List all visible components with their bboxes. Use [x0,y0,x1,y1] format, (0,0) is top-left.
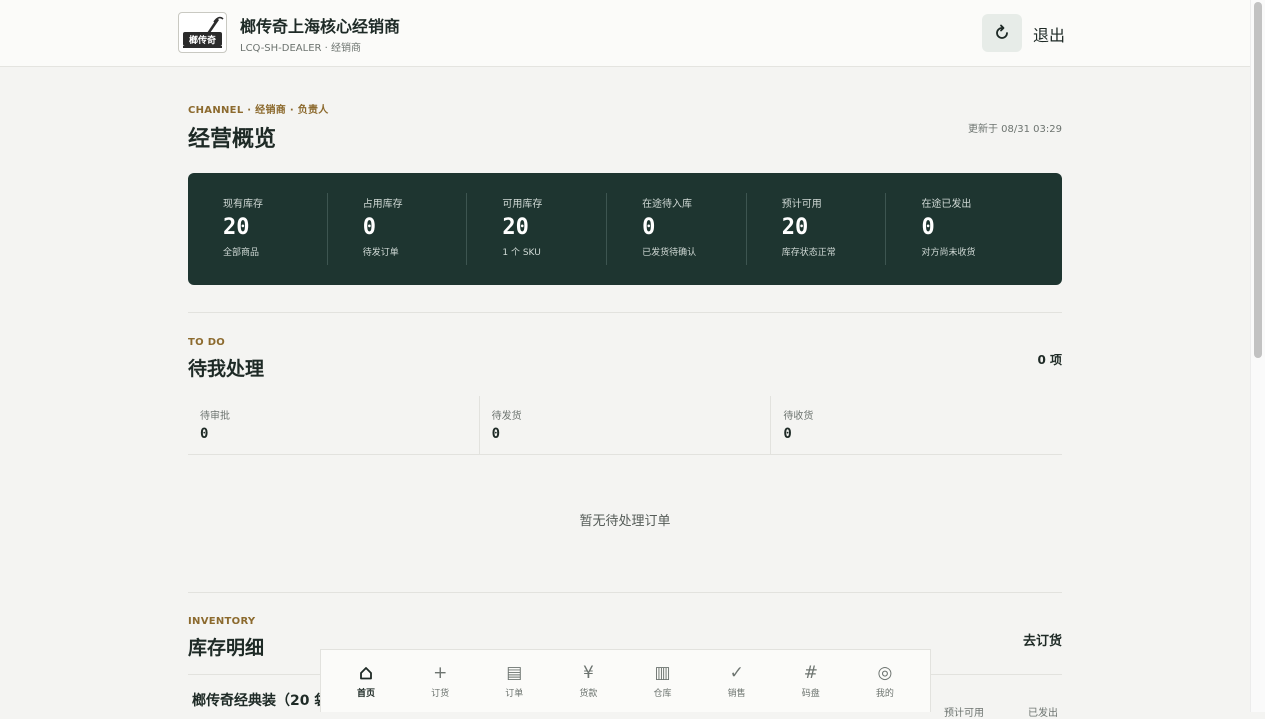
overview-eyebrow: CHANNEL · 经销商 · 负责人 [188,105,329,116]
stat-reserved: 占用库存 0 待发订单 [328,193,468,265]
scrollbar-thumb[interactable] [1254,2,1262,358]
stat-value: 20 [223,215,250,240]
warehouse-icon: ▥ [654,663,671,683]
plus-icon: + [433,663,448,683]
todo-pending-approval[interactable]: 待审批 0 [188,396,480,454]
product-name: 榔传奇经典装（20 袋 [192,693,329,709]
brand-code: LCQ-SH-DEALER · 经销商 [240,43,362,54]
nav-label: 码盘 [801,689,820,699]
stat-inbound: 在途待入库 0 已发货待确认 [607,193,747,265]
brand-logo: 榔传奇 [178,12,227,53]
bottom-nav: 首页 + 订货 ▤ 订单 ¥ 货款 ▥ 仓库 ✓ 销售 # 码盘 ◎ 我的 [320,649,931,712]
stat-label: 可用库存 [502,199,543,210]
stat-projected: 预计可用 20 库存状态正常 [747,193,887,265]
stat-note: 库存状态正常 [781,248,836,258]
inventory-title: 库存明细 [188,637,265,659]
updated-timestamp: 更新于 08/31 03:29 [968,124,1062,135]
todo-pending-shipment[interactable]: 待发货 0 [480,396,772,454]
stat-outbound: 在途已发出 0 对方尚未收货 [886,193,1026,265]
stat-value: 20 [502,215,529,240]
nav-label: 销售 [727,689,746,699]
stat-value: 0 [921,215,935,240]
section-divider [188,312,1062,313]
nav-label: 我的 [875,689,894,699]
refresh-button[interactable] [982,14,1022,52]
todo-value: 0 [491,426,501,442]
nav-order[interactable]: + 订货 [403,650,477,712]
stat-note: 1 个 SKU [502,248,541,258]
orders-icon: ▤ [506,663,523,683]
nav-label: 订货 [431,689,450,699]
nav-label: 订单 [505,689,524,699]
todo-label: 待审批 [200,411,230,422]
todo-eyebrow: TO DO [188,337,226,348]
stat-label: 预计可用 [781,199,822,210]
logo-text: 榔传奇 [189,34,216,46]
home-icon [359,663,373,683]
stat-available: 可用库存 20 1 个 SKU [467,193,608,265]
stat-note: 已发货待确认 [642,248,697,258]
stat-note: 对方尚未收货 [921,248,976,258]
stat-value: 0 [362,215,376,240]
nav-orders[interactable]: ▤ 订单 [477,650,551,712]
stat-value: 0 [642,215,656,240]
logout-button[interactable]: 退出 [1033,22,1065,46]
stat-label: 在途待入库 [642,199,693,210]
stat-label: 在途已发出 [921,199,972,210]
stat-on-hand: 现有库存 20 全部商品 [188,193,328,265]
go-order-link[interactable]: 去订货 [1023,630,1062,649]
todo-grid: 待审批 0 待发货 0 待收货 0 [188,396,1062,455]
profile-icon: ◎ [877,663,893,683]
stat-value: 20 [781,215,809,240]
nav-pallet[interactable]: # 码盘 [774,650,848,712]
todo-value: 0 [783,426,792,442]
hash-icon: # [803,663,818,683]
stat-label: 现有库存 [223,199,263,210]
todo-label: 待发货 [491,411,522,422]
stat-note: 全部商品 [223,248,260,258]
brand-name: 榔传奇上海核心经销商 [240,17,401,36]
stat-label: 占用库存 [362,199,403,210]
todo-title: 待我处理 [188,358,265,380]
nav-profile[interactable]: ◎ 我的 [848,650,922,712]
inventory-eyebrow: INVENTORY [188,616,256,627]
nav-label: 首页 [357,689,376,699]
nav-warehouse[interactable]: ▥ 仓库 [626,650,700,712]
nav-payments[interactable]: ¥ 货款 [551,650,625,712]
todo-empty-state: 暂无待处理订单 [579,514,671,529]
todo-value: 0 [200,426,209,442]
todo-pending-receipt[interactable]: 待收货 0 [771,396,1062,454]
section-divider [188,592,1062,593]
nav-label: 货款 [579,689,598,699]
yen-icon: ¥ [583,663,594,683]
check-icon: ✓ [729,663,744,683]
stats-card: 现有库存 20 全部商品 占用库存 0 待发订单 可用库存 20 1 个 SKU… [188,173,1062,285]
todo-count: 0 项 [1037,353,1062,367]
app-header: 榔传奇 榔传奇上海核心经销商 LCQ-SH-DEALER · 经销商 退出 [0,0,1250,67]
todo-label: 待收货 [783,411,814,422]
nav-sales[interactable]: ✓ 销售 [700,650,774,712]
nav-label: 仓库 [653,689,672,699]
nav-home[interactable]: 首页 [329,650,403,712]
page-title: 经营概览 [188,127,277,152]
scrollbar[interactable] [1250,0,1265,712]
refresh-icon [996,24,1008,39]
stat-note: 待发订单 [362,248,399,258]
